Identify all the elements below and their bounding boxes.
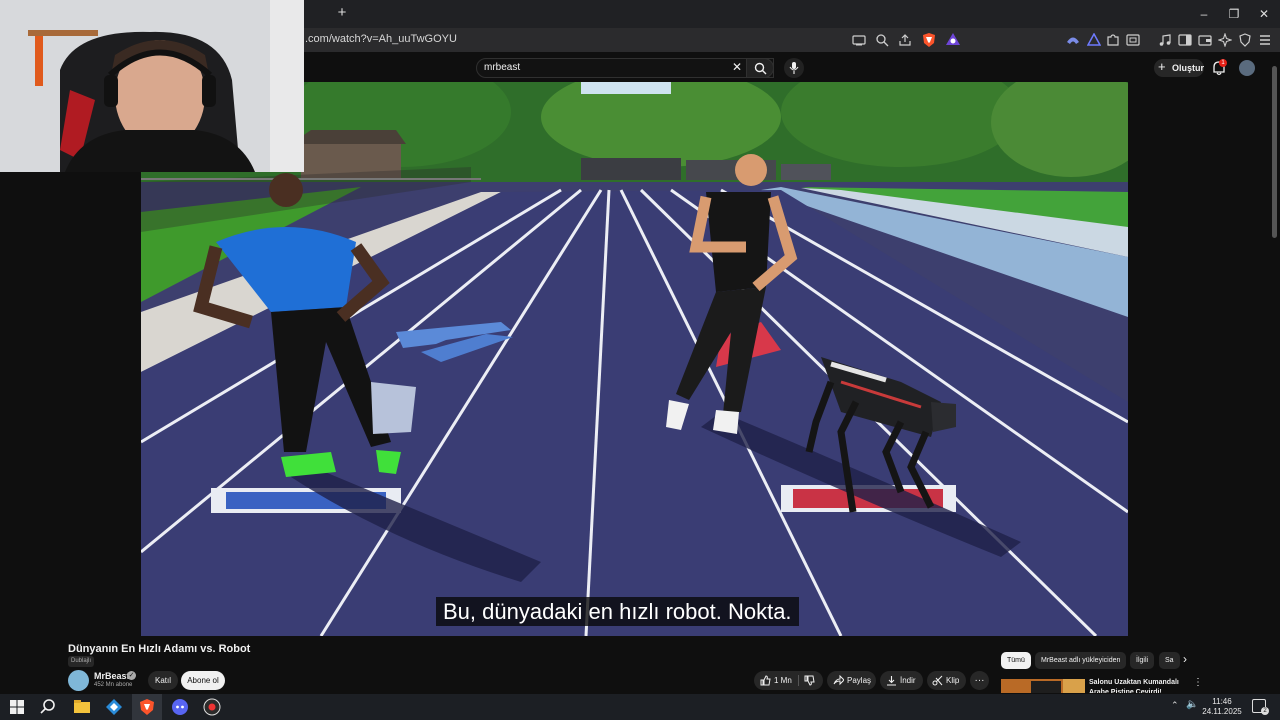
chip-more[interactable]: Sa xyxy=(1159,652,1180,669)
volume-icon[interactable]: 🔈 xyxy=(1186,699,1198,710)
share-label: Paylaş xyxy=(847,676,872,685)
like-dislike-group: 1 Mn xyxy=(754,671,823,690)
thumbs-up-icon[interactable] xyxy=(760,675,771,686)
extension-triangle-icon[interactable] xyxy=(1087,33,1101,47)
menu-icon[interactable] xyxy=(1258,33,1272,47)
recommendation-title[interactable]: Salonu Uzaktan Kumandalı Arabe Pistine Ç… xyxy=(1089,678,1183,693)
chip-related[interactable]: İlgili xyxy=(1130,652,1155,669)
plus-icon: + xyxy=(1158,59,1166,74)
verified-check-icon: ✓ xyxy=(127,671,136,680)
video-subtitle: Bu, dünyadaki en hızlı robot. Nokta. xyxy=(436,597,799,626)
search-icon xyxy=(754,62,767,75)
account-avatar[interactable] xyxy=(1239,60,1255,76)
file-explorer-icon[interactable] xyxy=(72,697,92,717)
minimize-button[interactable]: – xyxy=(1194,6,1214,22)
system-clock[interactable]: 11:46 24.11.2025 xyxy=(1202,697,1242,717)
microphone-icon xyxy=(789,62,799,74)
share-page-icon[interactable] xyxy=(898,33,912,47)
scrollbar-thumb[interactable] xyxy=(1272,66,1277,238)
clear-search-icon[interactable]: ✕ xyxy=(729,59,745,75)
wallet-icon[interactable] xyxy=(1198,33,1212,47)
chip-from-uploader[interactable]: MrBeast adlı yükleyiciden xyxy=(1035,652,1127,669)
extension-vpn-icon[interactable] xyxy=(1066,33,1080,47)
like-divider xyxy=(798,675,799,686)
search-button[interactable] xyxy=(746,58,774,78)
close-window-button[interactable]: ✕ xyxy=(1254,6,1274,22)
zoom-icon[interactable] xyxy=(875,33,889,47)
brave-rewards-icon[interactable] xyxy=(945,32,961,48)
vpn-shield-icon[interactable] xyxy=(1238,33,1252,47)
new-tab-button[interactable]: + xyxy=(334,5,350,21)
subscribe-button[interactable]: Abone ol xyxy=(181,671,225,690)
download-label: İndir xyxy=(900,676,916,685)
sidebar-toggle-icon[interactable] xyxy=(1178,33,1192,47)
download-icon xyxy=(887,676,896,686)
url-field[interactable]: .com/watch?v=Ah_uuTwGOYU xyxy=(305,33,457,45)
windows-taskbar xyxy=(0,694,1280,720)
thumbs-down-icon[interactable] xyxy=(804,675,815,686)
clock-time: 11:46 xyxy=(1212,697,1232,706)
cast-icon[interactable] xyxy=(852,33,866,47)
join-button[interactable]: Katıl xyxy=(148,671,178,690)
tray-chevron-up-icon[interactable]: ⌃ xyxy=(1171,700,1179,711)
restore-button[interactable]: ❐ xyxy=(1224,6,1244,22)
dubbed-badge: Dublajlı xyxy=(68,656,95,667)
notification-center-badge: 2 xyxy=(1261,707,1269,715)
voice-search-button[interactable] xyxy=(784,58,804,78)
more-actions-button[interactable]: ··· xyxy=(970,671,989,690)
extension-puzzle-icon[interactable] xyxy=(1106,33,1120,47)
share-button[interactable]: Paylaş xyxy=(827,671,876,690)
like-count[interactable]: 1 Mn xyxy=(774,671,792,690)
clip-label: Klip xyxy=(946,676,960,685)
search-query: mrbeast xyxy=(484,62,521,73)
brave-shields-icon[interactable] xyxy=(921,32,937,48)
recommendation-thumbnail[interactable] xyxy=(1001,679,1085,693)
download-button[interactable]: İndir xyxy=(880,671,923,690)
clock-date: 24.11.2025 xyxy=(1202,707,1242,716)
screenshot-icon[interactable] xyxy=(1126,33,1140,47)
clip-button[interactable]: Klip xyxy=(927,671,966,690)
thumbnail-image xyxy=(1001,679,1085,693)
taskbar-search-icon[interactable] xyxy=(38,697,58,717)
obs-record-icon[interactable] xyxy=(202,697,222,717)
chevron-right-icon[interactable]: › xyxy=(1183,652,1187,666)
brave-browser-icon[interactable] xyxy=(137,697,157,717)
scissors-icon xyxy=(932,675,943,686)
share-arrow-icon xyxy=(833,675,844,686)
subscriber-count: 452 Mn abone xyxy=(94,682,133,688)
webcam-overlay xyxy=(0,0,304,172)
notification-badge: 1 xyxy=(1219,59,1227,67)
channel-name[interactable]: MrBeast xyxy=(94,671,130,681)
leo-ai-icon[interactable] xyxy=(1218,33,1232,47)
video-title: Dünyanın En Hızlı Adamı vs. Robot xyxy=(68,643,251,655)
recommendation-menu-icon[interactable]: ⋮ xyxy=(1193,677,1203,688)
windows-start-icon[interactable] xyxy=(7,697,27,717)
channel-avatar[interactable] xyxy=(68,670,89,691)
app-diamond-icon[interactable] xyxy=(104,697,124,717)
webcam-feed xyxy=(0,0,304,172)
chip-all[interactable]: Tümü xyxy=(1001,652,1031,669)
media-music-icon[interactable] xyxy=(1158,33,1172,47)
discord-icon[interactable] xyxy=(170,697,190,717)
